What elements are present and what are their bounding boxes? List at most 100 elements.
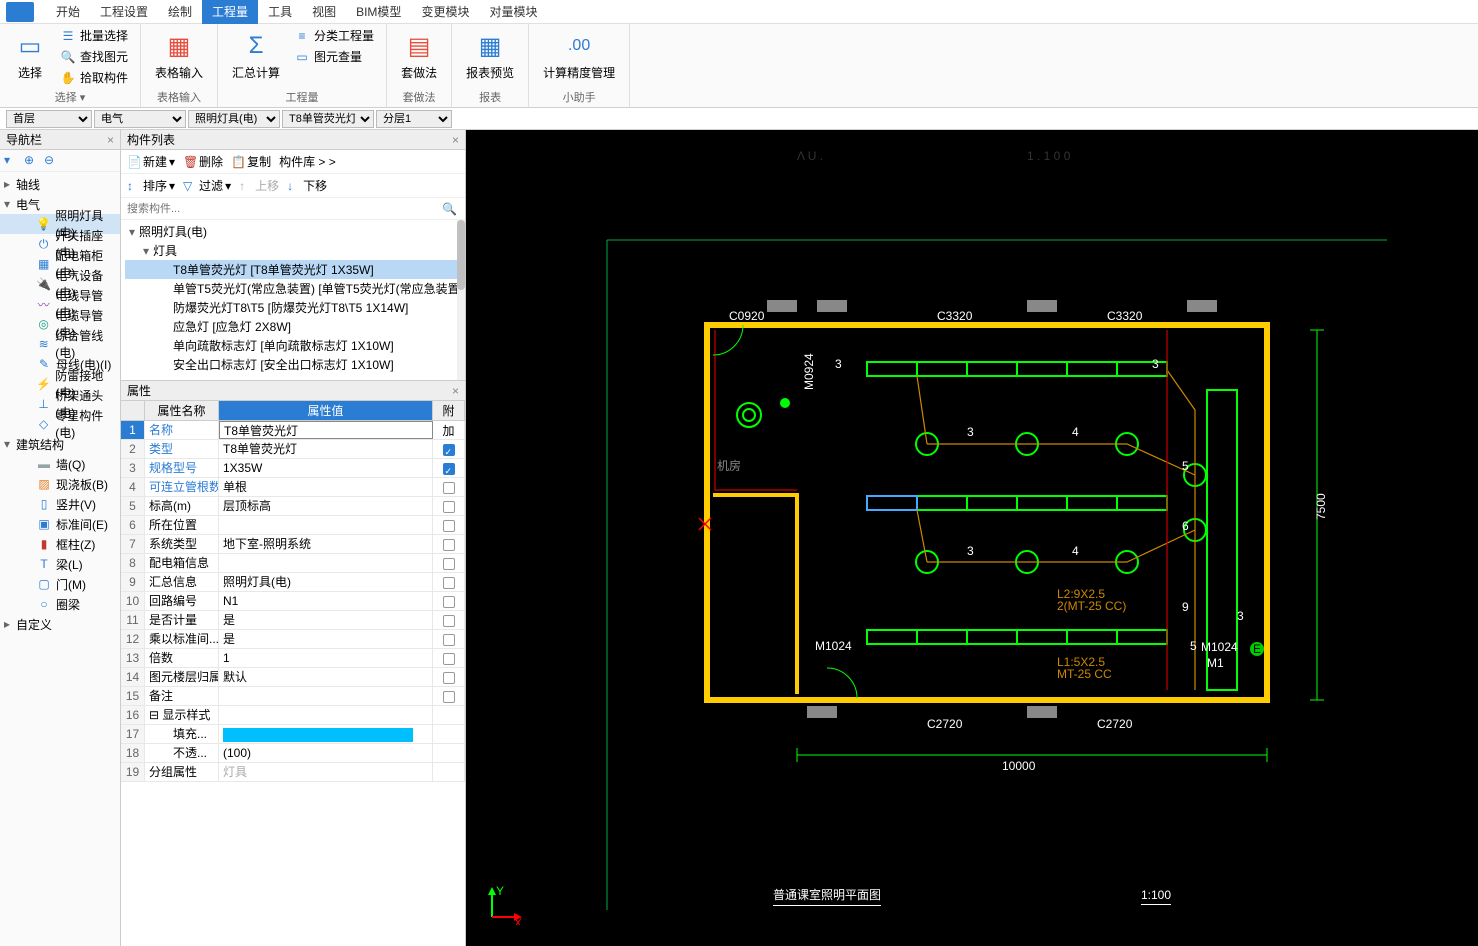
search-input[interactable] <box>125 201 461 217</box>
tree-scrollbar[interactable] <box>457 220 465 380</box>
props-row[interactable]: 11是否计量是 <box>121 611 465 630</box>
new-button[interactable]: 📄新建 ▾ <box>127 153 175 170</box>
drawing-canvas[interactable]: Λ U . 1 . 1 0 0 C0920 C3320 C3320 M0924 <box>466 130 1478 946</box>
nav-axis[interactable]: ▸轴线 <box>0 174 120 194</box>
menu-tools[interactable]: 工具 <box>258 0 302 24</box>
nav-tool2-icon[interactable]: ⊕ <box>24 153 40 169</box>
component-select[interactable]: T8单管荧光灯 <box>282 110 374 128</box>
props-row[interactable]: 13倍数1 <box>121 649 465 668</box>
props-row[interactable]: 19分组属性灯具 <box>121 763 465 782</box>
checkbox[interactable] <box>443 520 455 532</box>
props-row[interactable]: 3规格型号1X35W <box>121 459 465 478</box>
props-row[interactable]: 5标高(m)层顶标高 <box>121 497 465 516</box>
checkbox[interactable] <box>443 444 455 456</box>
menu-bim[interactable]: BIM模型 <box>346 0 411 24</box>
tree-root[interactable]: ▾照明灯具(电) <box>125 222 461 241</box>
props-row[interactable]: 6所在位置 <box>121 516 465 535</box>
batch-select-button[interactable]: ☰批量选择 <box>56 26 132 45</box>
checkbox[interactable] <box>443 463 455 475</box>
menu-quantity[interactable]: 工程量 <box>202 0 258 24</box>
subcategory-select[interactable]: 照明灯具(电) <box>188 110 280 128</box>
props-row[interactable]: 14图元楼层归属默认 <box>121 668 465 687</box>
precision-button[interactable]: .00 计算精度管理 <box>537 26 621 85</box>
nav-slab[interactable]: ▨现浇板(B) <box>0 474 120 494</box>
nav-misc[interactable]: ◇零星构件(电) <box>0 414 120 434</box>
delete-button[interactable]: 🗑删除 <box>183 153 223 170</box>
nav-tool1-icon[interactable]: ▾ <box>4 153 20 169</box>
menu-project-settings[interactable]: 工程设置 <box>90 0 158 24</box>
table-input-button[interactable]: ▦ 表格输入 <box>149 26 209 85</box>
tree-item-1[interactable]: 单管T5荧光灯(常应急装置) [单管T5荧光灯(常应急装置 <box>125 279 461 298</box>
sort-button[interactable]: ↕排序 ▾ <box>127 177 175 194</box>
props-row[interactable]: 12乘以标准间...是 <box>121 630 465 649</box>
pick-component-button[interactable]: ✋拾取构件 <box>56 68 132 87</box>
down-button[interactable]: ↓下移 <box>287 177 327 194</box>
scrollbar-thumb[interactable] <box>457 220 465 290</box>
menu-change[interactable]: 变更模块 <box>411 0 479 24</box>
tree-group[interactable]: ▾灯具 <box>125 241 461 260</box>
props-row[interactable]: 7系统类型地下室-照明系统 <box>121 535 465 554</box>
nav-column[interactable]: ▮框柱(Z) <box>0 534 120 554</box>
props-close-icon[interactable]: × <box>452 381 459 401</box>
tree-item-4[interactable]: 单向疏散标志灯 [单向疏散标志灯 1X10W] <box>125 336 461 355</box>
checkbox[interactable] <box>443 539 455 551</box>
filter-button[interactable]: ▽过滤 ▾ <box>183 177 231 194</box>
nav-stdroom[interactable]: ▣标准间(E) <box>0 514 120 534</box>
props-row[interactable]: 8配电箱信息 <box>121 554 465 573</box>
tree-item-2[interactable]: 防爆荧光灯T8\T5 [防爆荧光灯T8\T5 1X14W] <box>125 298 461 317</box>
checkbox[interactable] <box>443 634 455 646</box>
props-row[interactable]: 9汇总信息照明灯具(电) <box>121 573 465 592</box>
lib-button[interactable]: 构件库 > > <box>279 153 336 170</box>
layer-select[interactable]: 分层1 <box>376 110 452 128</box>
report-preview-button[interactable]: ▦ 报表预览 <box>460 26 520 85</box>
class-qty-button[interactable]: ≡分类工程量 <box>290 26 378 45</box>
nav-shaft[interactable]: ▯竖井(V) <box>0 494 120 514</box>
props-row[interactable]: 1名称T8单管荧光灯 <box>121 421 465 440</box>
nav-custom[interactable]: ▸自定义 <box>0 614 120 634</box>
checkbox[interactable] <box>443 482 455 494</box>
menu-start[interactable]: 开始 <box>46 0 90 24</box>
stdroom-icon: ▣ <box>36 516 52 532</box>
elem-qty-button[interactable]: ▭图元查量 <box>290 47 378 66</box>
complist-close-icon[interactable]: × <box>452 130 459 150</box>
nav-ringbeam[interactable]: ○圈梁 <box>0 594 120 614</box>
tree-item-0[interactable]: T8单管荧光灯 [T8单管荧光灯 1X35W] <box>125 260 461 279</box>
props-row[interactable]: 17 填充... <box>121 725 465 744</box>
checkbox[interactable] <box>443 577 455 589</box>
props-row[interactable]: 10回路编号N1 <box>121 592 465 611</box>
props-row[interactable]: 18 不透...(100) <box>121 744 465 763</box>
nav-door[interactable]: ▢门(M) <box>0 574 120 594</box>
up-button[interactable]: ↑上移 <box>239 177 279 194</box>
nav-tool3-icon[interactable]: ⊖ <box>44 153 60 169</box>
method-button[interactable]: ▤ 套做法 <box>395 26 443 85</box>
checkbox[interactable] <box>443 596 455 608</box>
floor-select[interactable]: 首层 <box>6 110 92 128</box>
find-element-button[interactable]: 🔍查找图元 <box>56 47 132 66</box>
props-row[interactable]: 16⊟ 显示样式 <box>121 706 465 725</box>
checkbox[interactable] <box>443 672 455 684</box>
nav-close-icon[interactable]: × <box>107 130 114 150</box>
props-row[interactable]: 4可连立管根数单根 <box>121 478 465 497</box>
nav-beam[interactable]: T梁(L) <box>0 554 120 574</box>
checkbox[interactable] <box>443 558 455 570</box>
checkbox[interactable] <box>443 501 455 513</box>
select-button[interactable]: ▭ 选择 <box>8 26 52 85</box>
nav-wall[interactable]: ▬墙(Q) <box>0 454 120 474</box>
search-icon[interactable]: 🔍 <box>442 202 457 216</box>
checkbox[interactable] <box>443 615 455 627</box>
copy-button[interactable]: 📋复制 <box>231 153 271 170</box>
tree-item-3[interactable]: 应急灯 [应急灯 2X8W] <box>125 317 461 336</box>
label-m1: M1 <box>1207 656 1224 670</box>
checkbox[interactable] <box>443 653 455 665</box>
checkbox[interactable] <box>443 691 455 703</box>
menu-view[interactable]: 视图 <box>302 0 346 24</box>
menu-draw[interactable]: 绘制 <box>158 0 202 24</box>
tree-item-5[interactable]: 安全出口标志灯 [安全出口标志灯 1X10W] <box>125 355 461 374</box>
category-select[interactable]: 电气 <box>94 110 186 128</box>
props-row[interactable]: 15备注 <box>121 687 465 706</box>
menu-compare[interactable]: 对量模块 <box>479 0 547 24</box>
drawing-title: 普通课室照明平面图 1:100 <box>773 886 1171 906</box>
nav-combined[interactable]: ≋综合管线(电) <box>0 334 120 354</box>
sum-calc-button[interactable]: Σ 汇总计算 <box>226 26 286 85</box>
props-row[interactable]: 2类型T8单管荧光灯 <box>121 440 465 459</box>
